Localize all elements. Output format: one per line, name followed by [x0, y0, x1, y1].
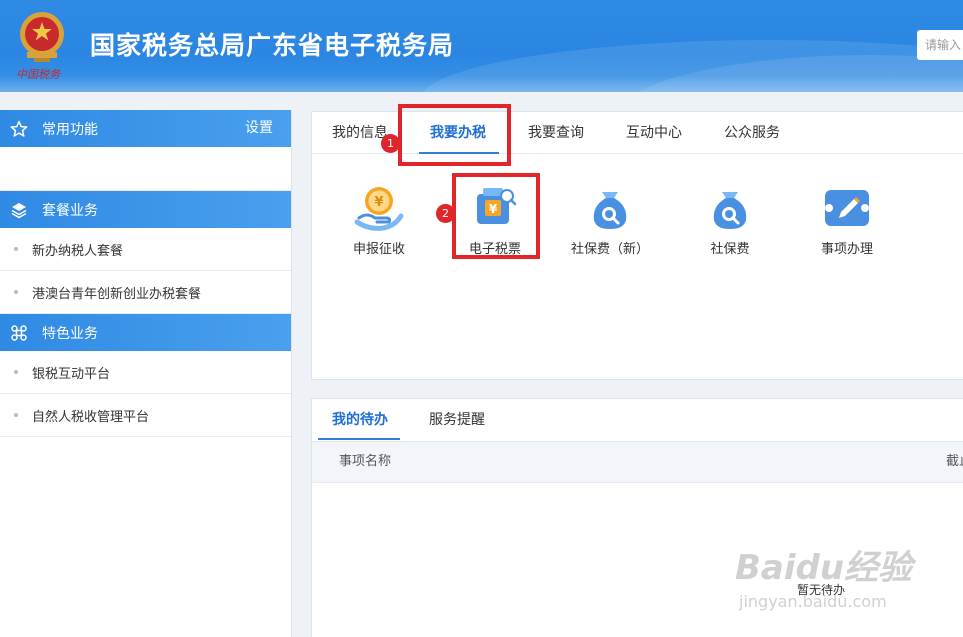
service-label: 申报征收 — [352, 242, 405, 257]
watermark-logo-text: Baidu经验 — [735, 548, 913, 588]
todo-table-header: 事项名称 截止 — [312, 441, 963, 483]
emblem-caption: 中国税务 — [16, 68, 60, 81]
sidebar-section-special[interactable]: 特色业务 — [0, 314, 291, 351]
baidu-watermark: Baidu经验 jingyan.baidu.com — [735, 540, 955, 618]
sidebar-item-label: 银税互动平台 — [32, 366, 111, 382]
step-badge-1: 1 — [381, 134, 400, 153]
bullet-icon — [14, 370, 18, 374]
social-insurance-new-icon — [584, 182, 636, 234]
sidebar-item-hk-macao-taiwan-package[interactable]: 港澳台青年创新创业办税套餐 — [0, 271, 291, 314]
tab-my-todo[interactable]: 我的待办 — [332, 399, 388, 441]
social-insurance-icon — [704, 182, 756, 234]
service-social-insurance-new[interactable]: 社保费（新） — [565, 182, 655, 257]
sidebar-item-label: 港澳台青年创新创业办税套餐 — [32, 286, 202, 302]
sidebar-section-package[interactable]: 套餐业务 — [0, 191, 291, 228]
header-haze — [0, 76, 963, 92]
sidebar-section-common[interactable]: 常用功能 设置 — [0, 110, 291, 147]
settings-link[interactable]: 设置 — [245, 110, 273, 147]
star-icon — [10, 120, 28, 138]
watermark-url: jingyan.baidu.com — [739, 592, 887, 611]
sidebar: 常用功能 设置 套餐业务 新办纳税人套餐 港澳台青年创新创业办税套餐 特色业务 … — [0, 110, 292, 637]
layers-icon — [10, 201, 28, 219]
highlight-box-tab — [398, 104, 511, 166]
bullet-icon — [14, 290, 18, 294]
sidebar-section-title: 常用功能 — [42, 121, 98, 138]
tab-query[interactable]: 我要查询 — [528, 112, 584, 154]
matter-handling-icon — [821, 182, 873, 234]
column-header-deadline: 截止 — [946, 454, 963, 469]
sidebar-section-title: 特色业务 — [42, 325, 98, 342]
search-input[interactable]: 请输入 — [917, 30, 963, 60]
column-header-item-name: 事项名称 — [339, 454, 392, 469]
active-tab-indicator — [318, 438, 400, 440]
bullet-icon — [14, 413, 18, 417]
sidebar-item-bank-tax-platform[interactable]: 银税互动平台 — [0, 351, 291, 394]
site-header: 中国税务 国家税务总局广东省电子税务局 请输入 — [0, 0, 963, 92]
bullet-icon — [14, 247, 18, 251]
sidebar-item-natural-person-platform[interactable]: 自然人税收管理平台 — [0, 394, 291, 437]
service-label: 社保费 — [710, 242, 750, 257]
sidebar-section-title: 套餐业务 — [42, 202, 98, 219]
highlight-box-service — [452, 173, 540, 259]
sidebar-empty-area — [0, 147, 291, 191]
site-title: 国家税务总局广东省电子税务局 — [90, 31, 455, 60]
service-tax-declaration[interactable]: ¥ 申报征收 — [334, 182, 424, 257]
step-badge-2: 2 — [436, 204, 455, 223]
svg-text:¥: ¥ — [374, 195, 383, 210]
tab-service-reminder[interactable]: 服务提醒 — [429, 399, 485, 441]
service-label: 事项办理 — [820, 242, 873, 257]
tax-declaration-icon: ¥ — [353, 182, 405, 234]
tab-interaction-center[interactable]: 互动中心 — [626, 112, 682, 154]
service-matter-handling[interactable]: 事项办理 — [802, 182, 892, 257]
sidebar-item-label: 自然人税收管理平台 — [32, 409, 150, 425]
sidebar-item-label: 新办纳税人套餐 — [32, 243, 124, 259]
command-icon — [10, 324, 28, 342]
service-social-insurance[interactable]: 社保费 — [685, 182, 775, 257]
tab-public-service[interactable]: 公众服务 — [724, 112, 780, 154]
todo-tabs: 我的待办 服务提醒 — [312, 399, 963, 441]
sidebar-item-new-taxpayer-package[interactable]: 新办纳税人套餐 — [0, 228, 291, 271]
service-label: 社保费（新） — [570, 242, 649, 257]
tab-my-info[interactable]: 我的信息 — [332, 112, 388, 154]
